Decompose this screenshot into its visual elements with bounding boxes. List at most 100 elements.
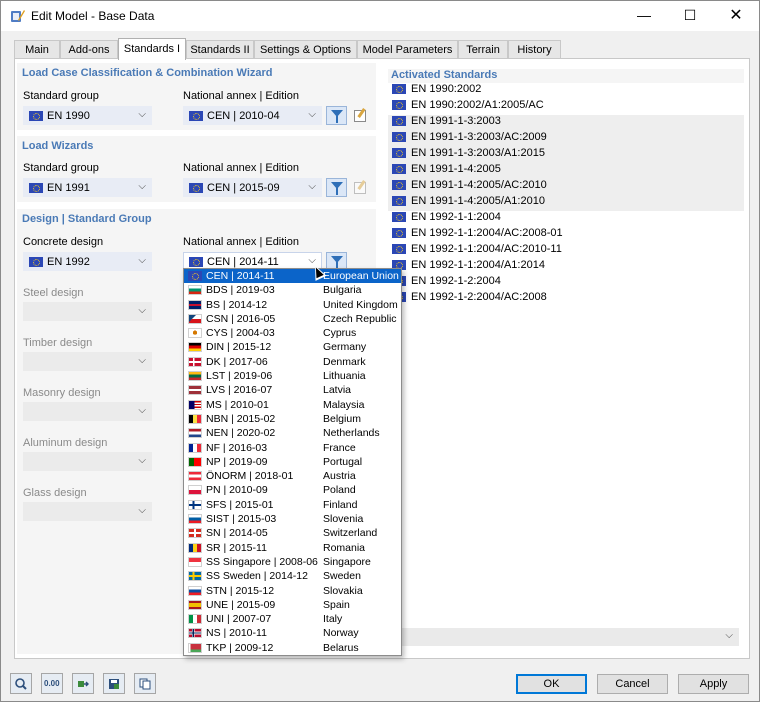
- tab-main[interactable]: Main: [14, 40, 60, 59]
- dropdown-option-code: MS | 2010-01: [206, 398, 269, 411]
- activated-standard-item[interactable]: EN 1992-1-2:2004/AC:2008: [388, 291, 744, 307]
- dropdown-option-it[interactable]: UNI | 2007-07 Italy: [184, 612, 401, 626]
- ok-button[interactable]: OK: [516, 674, 587, 694]
- dropdown-option-fi[interactable]: SFS | 2015-01 Finland: [184, 498, 401, 512]
- dropdown-option-ch[interactable]: SN | 2014-05 Switzerland: [184, 526, 401, 540]
- activated-standard-item[interactable]: EN 1991-1-4:2005/A1:2010: [388, 195, 744, 211]
- dropdown-option-be[interactable]: NBN | 2015-02 Belgium: [184, 412, 401, 426]
- activated-standard-label: EN 1992-1-1:2004/AC:2008-01: [411, 227, 563, 240]
- units-tool-button[interactable]: 0.00: [41, 673, 63, 694]
- cancel-button[interactable]: Cancel: [597, 674, 668, 694]
- activated-standard-label: EN 1992-1-1:2004: [411, 211, 501, 224]
- lcc-national-annex-select[interactable]: CEN | 2010-04 ⌵: [183, 106, 322, 125]
- dropdown-option-cy[interactable]: CYS | 2004-03 Cyprus: [184, 326, 401, 340]
- pl-flag-icon: [188, 485, 202, 496]
- lw-edit-button[interactable]: [349, 178, 370, 197]
- dropdown-option-sk[interactable]: STN | 2015-12 Slovakia: [184, 584, 401, 598]
- tab-terrain[interactable]: Terrain: [458, 40, 508, 59]
- timber-design-label: Timber design: [23, 337, 93, 349]
- activated-standard-item[interactable]: EN 1990:2002: [388, 83, 744, 99]
- activated-standard-item[interactable]: EN 1992-1-1:2004/AC:2010-11: [388, 243, 744, 259]
- concrete-annex-value: CEN | 2014-11: [207, 256, 279, 268]
- edit-icon: [354, 110, 366, 122]
- dropdown-option-ro[interactable]: SR | 2015-11 Romania: [184, 541, 401, 555]
- dropdown-option-country: European Union: [323, 270, 399, 282]
- activated-standard-item[interactable]: EN 1992-1-2:2004: [388, 275, 744, 291]
- activated-standard-label: EN 1991-1-3:2003: [411, 115, 501, 128]
- tab-standards-ii[interactable]: Standards II: [186, 40, 254, 59]
- dropdown-option-by[interactable]: TKP | 2009-12 Belarus: [184, 641, 401, 655]
- lw-standard-group-select[interactable]: EN 1991 ⌵: [23, 178, 152, 197]
- minimize-button[interactable]: —: [621, 1, 667, 31]
- dropdown-option-bg[interactable]: BDS | 2019-03 Bulgaria: [184, 283, 401, 297]
- timber-design-select[interactable]: ⌵: [23, 352, 152, 371]
- tab-standards-i[interactable]: Standards I: [118, 38, 186, 60]
- tab-model-parameters[interactable]: Model Parameters: [357, 40, 458, 59]
- dropdown-option-si[interactable]: SIST | 2015-03 Slovenia: [184, 512, 401, 526]
- dropdown-option-country: Slovakia: [323, 584, 363, 597]
- concrete-design-select[interactable]: EN 1992 ⌵: [23, 252, 152, 271]
- dropdown-option-eu[interactable]: CEN | 2014-11 European Union: [184, 269, 401, 284]
- chevron-down-icon: ⌵: [138, 255, 146, 266]
- dropdown-option-country: Germany: [323, 341, 367, 354]
- chevron-down-icon: ⌵: [138, 355, 146, 366]
- dropdown-option-country: Finland: [323, 498, 358, 511]
- activated-standard-item[interactable]: EN 1991-1-4:2005/AC:2010: [388, 179, 744, 195]
- activated-standard-item[interactable]: EN 1991-1-4:2005: [388, 163, 744, 179]
- dropdown-option-lv[interactable]: LVS | 2016-07 Latvia: [184, 383, 401, 397]
- by-flag-icon: [188, 642, 202, 653]
- eu-flag-icon: [392, 148, 406, 159]
- convert-tool-button[interactable]: [72, 673, 94, 694]
- maximize-button[interactable]: ☐: [667, 1, 713, 31]
- bottom-select[interactable]: l ⌵: [388, 628, 739, 646]
- dropdown-option-uk[interactable]: BS | 2014-12 United Kingdom: [184, 298, 401, 312]
- steel-design-select[interactable]: ⌵: [23, 302, 152, 321]
- tab-history[interactable]: History: [508, 40, 561, 59]
- chevron-down-icon: ⌵: [138, 405, 146, 416]
- dropdown-option-code: DK | 2017-06: [206, 355, 268, 368]
- dropdown-option-pt[interactable]: NP | 2019-09 Portugal: [184, 455, 401, 469]
- masonry-design-select[interactable]: ⌵: [23, 402, 152, 421]
- close-button[interactable]: ✕: [713, 1, 759, 31]
- dropdown-option-cz[interactable]: CSN | 2016-05 Czech Republic: [184, 312, 401, 326]
- dropdown-option-dk[interactable]: DK | 2017-06 Denmark: [184, 355, 401, 369]
- lcc-standard-group-select[interactable]: EN 1990 ⌵: [23, 106, 152, 125]
- dropdown-option-de[interactable]: DIN | 2015-12 Germany: [184, 340, 401, 354]
- aluminum-design-select[interactable]: ⌵: [23, 452, 152, 471]
- glass-design-select[interactable]: ⌵: [23, 502, 152, 521]
- edit-model-window: Edit Model - Base Data — ☐ ✕ Main Add-on…: [0, 0, 760, 702]
- activated-standard-item[interactable]: EN 1991-1-3:2003/AC:2009: [388, 131, 744, 147]
- dropdown-option-nl[interactable]: NEN | 2020-02 Netherlands: [184, 426, 401, 440]
- save-default-tool-button[interactable]: [103, 673, 125, 694]
- dropdown-option-no[interactable]: NS | 2010-11 Norway: [184, 626, 401, 640]
- dropdown-option-fr[interactable]: NF | 2016-03 France: [184, 441, 401, 455]
- activated-standard-label: EN 1992-1-2:2004: [411, 275, 501, 288]
- tab-settings-options[interactable]: Settings & Options: [254, 40, 357, 59]
- copy-tool-button[interactable]: [134, 673, 156, 694]
- lw-filter-button[interactable]: [326, 178, 347, 197]
- dropdown-option-se[interactable]: SS Sweden | 2014-12 Sweden: [184, 569, 401, 583]
- dropdown-option-country: Malaysia: [323, 398, 365, 411]
- activated-standard-label: EN 1992-1-1:2004/A1:2014: [411, 259, 545, 272]
- lw-national-annex-select[interactable]: CEN | 2015-09 ⌵: [183, 178, 322, 197]
- activated-standard-item[interactable]: EN 1992-1-1:2004: [388, 211, 744, 227]
- tab-add-ons[interactable]: Add-ons: [60, 40, 118, 59]
- activated-standard-item[interactable]: EN 1992-1-1:2004/A1:2014: [388, 259, 744, 275]
- apply-button[interactable]: Apply: [678, 674, 749, 694]
- activated-standard-item[interactable]: EN 1990:2002/A1:2005/AC: [388, 99, 744, 115]
- activated-standard-item[interactable]: EN 1991-1-3:2003: [388, 115, 744, 131]
- activated-standard-item[interactable]: EN 1991-1-3:2003/A1:2015: [388, 147, 744, 163]
- activated-standard-item[interactable]: EN 1992-1-1:2004/AC:2008-01: [388, 227, 744, 243]
- dropdown-option-sg[interactable]: SS Singapore | 2008-06 Singapore: [184, 555, 401, 569]
- dropdown-option-at[interactable]: ÖNORM | 2018-01 Austria: [184, 469, 401, 483]
- dk-flag-icon: [188, 356, 202, 367]
- dropdown-option-es[interactable]: UNE | 2015-09 Spain: [184, 598, 401, 612]
- lcc-filter-button[interactable]: [326, 106, 347, 125]
- dropdown-option-pl[interactable]: PN | 2010-09 Poland: [184, 483, 401, 497]
- help-tool-button[interactable]: [10, 673, 32, 694]
- lcc-edit-button[interactable]: [349, 106, 370, 125]
- aluminum-design-label: Aluminum design: [23, 437, 108, 449]
- save-icon: [109, 679, 119, 689]
- dropdown-option-lt[interactable]: LST | 2019-06 Lithuania: [184, 369, 401, 383]
- dropdown-option-my[interactable]: MS | 2010-01 Malaysia: [184, 398, 401, 412]
